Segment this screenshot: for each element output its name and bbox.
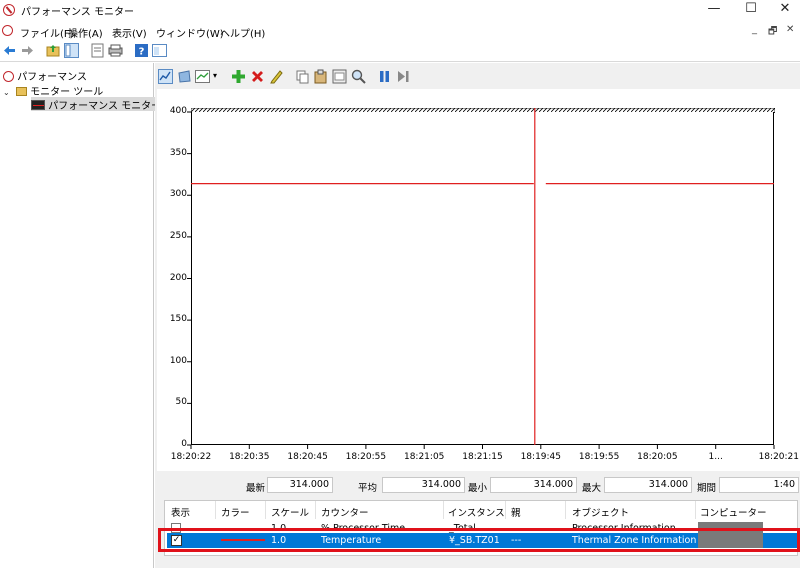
main-toolbar: ?: [0, 40, 800, 62]
x-tick-label: 18:19:55: [578, 452, 620, 462]
y-tick-label: 200: [169, 272, 187, 283]
console-tree: パフォーマンス ⌄ モニター ツール パフォーマンス モニター: [0, 63, 164, 568]
freeze-display-icon[interactable]: [377, 69, 392, 84]
perfmon-app-icon: [3, 4, 15, 16]
column-divider[interactable]: [443, 501, 444, 519]
window-title: パフォーマンス モニター: [21, 7, 134, 18]
status-strip: [155, 558, 800, 568]
y-tick-label: 150: [169, 314, 187, 325]
tree-item-monitor-tools[interactable]: ⌄ モニター ツール: [3, 83, 103, 98]
svg-text:?: ?: [139, 47, 145, 58]
column-divider[interactable]: [315, 501, 316, 519]
duration-label: 期間: [697, 483, 717, 494]
minimize-button[interactable]: —: [699, 0, 729, 20]
menu-window[interactable]: ウィンドウ(W): [156, 25, 224, 40]
min-label: 最小: [468, 483, 488, 494]
delete-counter-icon[interactable]: [250, 69, 265, 84]
chart-canvas: [187, 108, 775, 449]
column-header-counter[interactable]: カウンター: [321, 505, 369, 519]
close-button[interactable]: ✕: [770, 0, 800, 20]
column-header-parent[interactable]: 親: [511, 505, 521, 519]
x-tick-label: 18:20:05: [637, 452, 678, 462]
average-value: 314.000: [382, 477, 465, 493]
x-tick-label: 18:20:55: [345, 452, 387, 462]
x-tick-label: 18:21:05: [403, 452, 445, 462]
latest-value: 314.000: [267, 477, 333, 493]
paste-counter-list-icon[interactable]: [313, 69, 328, 84]
mdi-minimize-button[interactable]: _: [752, 24, 757, 35]
duration-value: 1:40: [719, 477, 799, 493]
title-bar: パフォーマンス モニター — ☐ ✕: [0, 0, 800, 20]
max-label: 最大: [582, 483, 602, 494]
maximize-button[interactable]: ☐: [736, 0, 766, 20]
x-tick-label: 1...: [708, 452, 723, 462]
folder-up-icon[interactable]: [46, 43, 61, 58]
y-tick-label: 50: [175, 397, 187, 408]
column-divider[interactable]: [215, 501, 216, 519]
change-graph-type-icon[interactable]: [195, 69, 210, 84]
min-value: 314.000: [490, 477, 577, 493]
export-list-icon[interactable]: [108, 43, 123, 58]
y-tick-label: 250: [169, 230, 187, 241]
menu-action[interactable]: 操作(A): [68, 25, 103, 40]
column-header-show[interactable]: 表示: [171, 505, 190, 519]
forward-arrow-icon[interactable]: [20, 43, 35, 58]
x-tick-label: 18:20:45: [287, 452, 328, 462]
x-tick-label: 18:19:45: [520, 452, 561, 462]
menu-help[interactable]: ヘルプ(H): [220, 25, 265, 40]
perfmon-node-icon: [3, 71, 14, 82]
column-divider[interactable]: [505, 501, 506, 519]
y-tick-label: 400: [169, 106, 187, 116]
properties-icon[interactable]: [332, 69, 347, 84]
column-header-object[interactable]: オブジェクト: [572, 505, 629, 519]
tree-item-label: パフォーマンス: [17, 72, 87, 83]
system-menu-icon[interactable]: [2, 25, 13, 36]
x-tick-label: 18:21:15: [462, 452, 503, 462]
column-divider[interactable]: [695, 501, 696, 519]
x-tick-label: 18:20:21: [758, 452, 799, 462]
menu-view[interactable]: 表示(V): [112, 25, 147, 40]
column-header-instance[interactable]: インスタンス: [448, 505, 505, 519]
annotation-highlight-box: [158, 528, 800, 552]
tree-item-label: パフォーマンス モニター: [48, 101, 162, 112]
tree-item-performance-monitor[interactable]: パフォーマンス モニター: [31, 97, 164, 112]
show-hide-tree-icon[interactable]: [64, 43, 79, 58]
column-header-computer[interactable]: コンピューター: [700, 505, 767, 519]
column-header-color[interactable]: カラー: [221, 505, 250, 519]
help-icon[interactable]: ?: [134, 43, 149, 58]
latest-label: 最新: [246, 483, 266, 494]
view-log-data-icon[interactable]: [177, 69, 192, 84]
y-tick-label: 300: [169, 189, 187, 200]
y-tick-label: 350: [169, 147, 187, 158]
stats-bar: 最新 314.000 平均 314.000 最小 314.000 最大 314.…: [157, 474, 800, 496]
average-label: 平均: [358, 483, 378, 494]
zoom-icon[interactable]: [351, 69, 366, 84]
menu-bar: ファイル(F) 操作(A) 表示(V) ウィンドウ(W) ヘルプ(H) _ 🗗 …: [0, 22, 800, 40]
max-value: 314.000: [604, 477, 692, 493]
view-current-activity-icon[interactable]: [158, 69, 173, 84]
back-arrow-icon[interactable]: [2, 43, 17, 58]
y-tick-label: 100: [169, 355, 187, 366]
graph-type-dropdown-icon[interactable]: ▾: [213, 71, 217, 80]
graph-toolbar: ▾: [155, 66, 800, 88]
monitor-chart-icon: [31, 100, 45, 110]
expand-chevron-icon[interactable]: ⌄: [3, 88, 10, 97]
highlight-pencil-icon[interactable]: [269, 69, 284, 84]
console-view-icon[interactable]: [152, 43, 167, 58]
copy-properties-icon[interactable]: [295, 69, 310, 84]
mdi-restore-button[interactable]: 🗗: [768, 24, 777, 41]
x-tick-label: 18:20:22: [170, 452, 212, 462]
mdi-close-button[interactable]: ✕: [786, 24, 794, 35]
column-header-scale[interactable]: スケール: [271, 505, 309, 519]
folder-icon: [15, 87, 27, 96]
menu-file[interactable]: ファイル(F): [20, 25, 74, 40]
x-tick-label: 18:20:35: [229, 452, 270, 462]
column-divider[interactable]: [565, 501, 566, 519]
properties-sheet-icon[interactable]: [90, 43, 105, 58]
y-tick-label: 0: [181, 439, 187, 449]
add-counter-icon[interactable]: [231, 69, 246, 84]
tree-item-performance[interactable]: パフォーマンス: [3, 68, 87, 83]
update-data-icon[interactable]: [396, 69, 411, 84]
column-divider[interactable]: [265, 501, 266, 519]
